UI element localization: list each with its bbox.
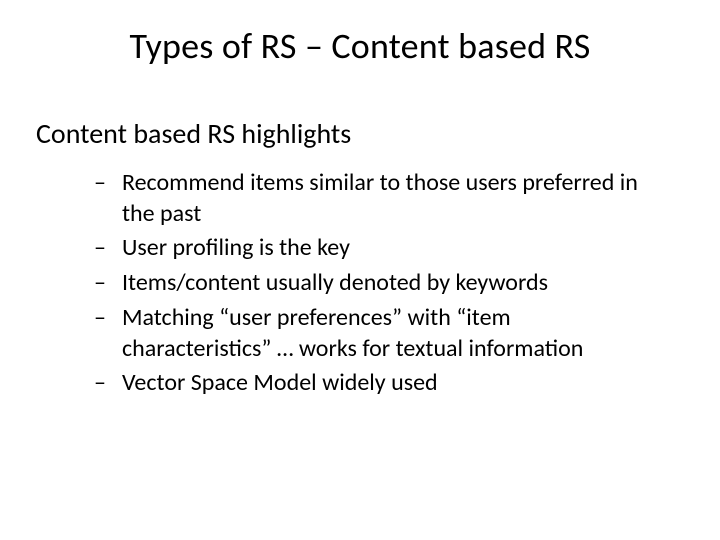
bullet-dash-icon: –	[94, 168, 122, 199]
list-item-text: User profiling is the key	[122, 233, 660, 264]
list-item: – Matching “user preferences” with “item…	[94, 303, 660, 364]
bullet-list: – Recommend items similar to those users…	[94, 168, 660, 403]
list-item-text: Matching “user preferences” with “item c…	[122, 303, 660, 364]
section-heading: Content based RS highlights	[36, 116, 351, 151]
list-item-text: Items/content usually denoted by keyword…	[122, 268, 660, 299]
list-item-text: Vector Space Model widely used	[122, 368, 660, 399]
list-item: – Recommend items similar to those users…	[94, 168, 660, 229]
list-item: – Vector Space Model widely used	[94, 368, 660, 399]
slide-title: Types of RS – Content based RS	[0, 24, 720, 68]
bullet-dash-icon: –	[94, 233, 122, 264]
list-item-text: Recommend items similar to those users p…	[122, 168, 660, 229]
bullet-dash-icon: –	[94, 268, 122, 299]
list-item: – Items/content usually denoted by keywo…	[94, 268, 660, 299]
bullet-dash-icon: –	[94, 303, 122, 334]
list-item: – User profiling is the key	[94, 233, 660, 264]
bullet-dash-icon: –	[94, 368, 122, 399]
slide: Types of RS – Content based RS Content b…	[0, 0, 720, 540]
